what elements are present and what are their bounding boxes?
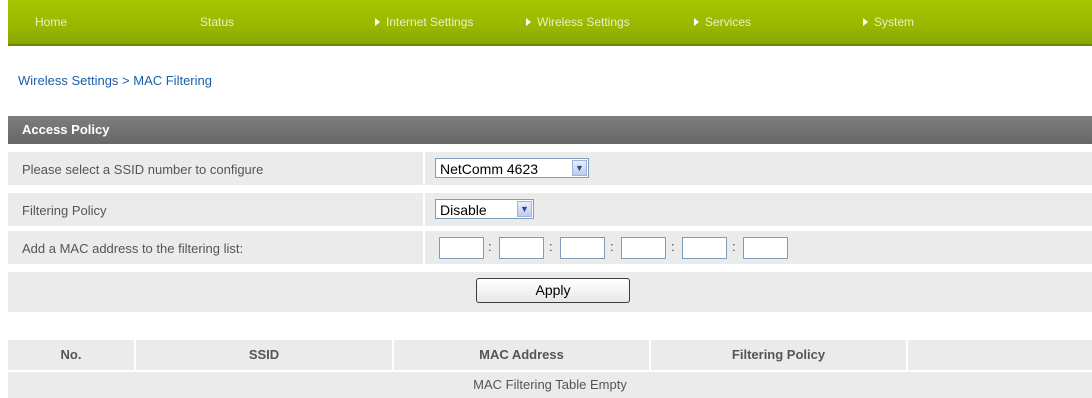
column-header-mac-address: MAC Address: [479, 347, 564, 362]
mac-separator: :: [549, 239, 553, 254]
column-header-ssid: SSID: [248, 347, 280, 362]
row-divider: [423, 152, 425, 185]
arrow-right-icon: [863, 18, 868, 26]
filtering-policy-label: Filtering Policy: [22, 203, 107, 218]
top-navigation-bar: Home Status Internet Settings Wireless S…: [8, 0, 1092, 46]
mac-filter-table-header: No. SSID MAC Address Filtering Policy: [8, 340, 1092, 370]
nav-item-internet-settings[interactable]: Internet Settings: [375, 15, 473, 29]
nav-item-label: Wireless Settings: [537, 15, 630, 29]
ssid-row: Please select a SSID number to configure…: [8, 152, 1092, 185]
ssid-select[interactable]: NetComm 4623 ▼: [435, 158, 589, 178]
apply-row: Apply: [8, 272, 1092, 312]
table-empty-message: MAC Filtering Table Empty: [8, 372, 1092, 398]
column-header-no: No.: [60, 347, 82, 362]
nav-item-home[interactable]: Home: [35, 15, 67, 29]
column-header-actions: [908, 340, 1092, 370]
mac-octet-3-input[interactable]: [560, 237, 605, 259]
filtering-policy-select[interactable]: Disable ▼: [435, 199, 534, 219]
filtering-policy-row: Filtering Policy Disable ▼: [8, 193, 1092, 226]
nav-item-label: Internet Settings: [386, 15, 474, 29]
arrow-right-icon: [526, 18, 531, 26]
arrow-right-icon: [375, 18, 380, 26]
nav-item-system[interactable]: System: [863, 15, 914, 29]
nav-item-label: Services: [705, 15, 752, 29]
mac-octet-5-input[interactable]: [682, 237, 727, 259]
mac-address-row: Add a MAC address to the filtering list:…: [8, 231, 1092, 264]
nav-item-services[interactable]: Services: [694, 15, 751, 29]
access-policy-header: Access Policy: [8, 116, 1092, 144]
mac-separator: :: [732, 239, 736, 254]
mac-separator: :: [610, 239, 614, 254]
panel-title: Access Policy: [22, 122, 110, 137]
mac-octet-1-input[interactable]: [439, 237, 484, 259]
row-divider: [423, 193, 425, 226]
mac-separator: :: [671, 239, 675, 254]
nav-item-wireless-settings[interactable]: Wireless Settings: [526, 15, 630, 29]
filtering-policy-select-value: Disable: [440, 202, 487, 218]
nav-item-label: Home: [35, 15, 68, 29]
ssid-label: Please select a SSID number to configure: [22, 162, 264, 177]
nav-item-status[interactable]: Status: [200, 15, 234, 29]
chevron-down-icon[interactable]: ▼: [517, 201, 532, 217]
column-header-filtering-policy: Filtering Policy: [731, 347, 826, 362]
chevron-down-icon[interactable]: ▼: [572, 160, 587, 176]
mac-address-label: Add a MAC address to the filtering list:: [22, 241, 244, 256]
apply-button[interactable]: Apply: [476, 278, 630, 303]
arrow-right-icon: [694, 18, 699, 26]
mac-separator: :: [488, 239, 492, 254]
mac-octet-4-input[interactable]: [621, 237, 666, 259]
row-divider: [423, 231, 425, 264]
mac-octet-6-input[interactable]: [743, 237, 788, 259]
mac-octet-2-input[interactable]: [499, 237, 544, 259]
nav-item-label: System: [874, 15, 915, 29]
ssid-select-value: NetComm 4623: [440, 161, 539, 177]
nav-item-label: Status: [200, 15, 235, 29]
breadcrumb[interactable]: Wireless Settings > MAC Filtering: [18, 73, 212, 88]
